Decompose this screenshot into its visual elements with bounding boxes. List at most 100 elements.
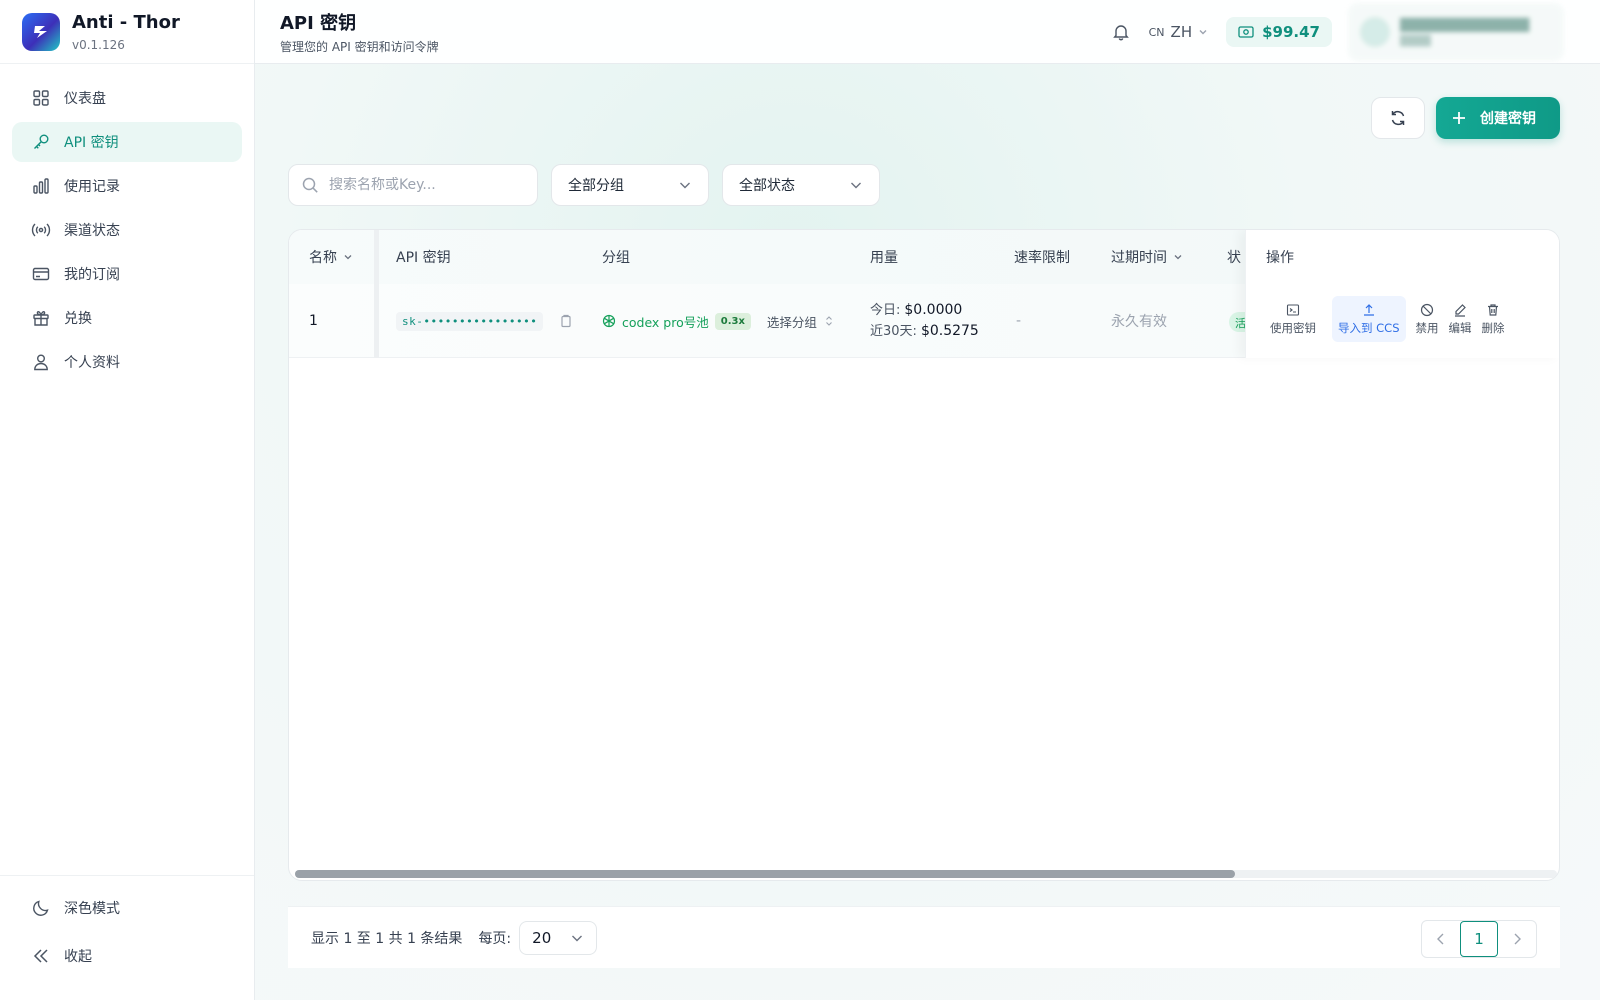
lang-code: ZH <box>1170 23 1193 41</box>
double-chevron-left-icon <box>30 945 52 967</box>
row-actions: 使用密钥 导入到 CCS 禁用 编辑 删除 <box>1264 296 1515 342</box>
page-subtitle: 管理您的 API 密钥和访问令牌 <box>280 39 439 54</box>
column-header-usage: 用量 <box>870 250 898 266</box>
search-box[interactable] <box>288 164 538 206</box>
user-menu[interactable]: ██████████████ ████ <box>1348 3 1564 61</box>
group-name: codex pro号池 <box>622 314 709 330</box>
group-filter-value: 全部分组 <box>568 178 624 194</box>
use-key-button[interactable]: 使用密钥 <box>1264 296 1322 342</box>
group-ratio: 0.3x <box>714 312 751 330</box>
column-header-expiry[interactable]: 过期时间 <box>1111 230 1183 284</box>
search-input[interactable] <box>329 177 519 193</box>
column-header-status: 状 <box>1227 250 1241 266</box>
chevron-left-icon <box>1435 932 1447 946</box>
sidebar-item-label: 深色模式 <box>64 901 120 917</box>
sidebar-item-usage[interactable]: 使用记录 <box>12 166 242 206</box>
plus-icon <box>1452 111 1466 125</box>
sidebar-item-api-keys[interactable]: API 密钥 <box>12 122 242 162</box>
chevron-down-icon <box>849 178 863 192</box>
sidebar: Anti - Thor v0.1.126 仪表盘 API 密钥 使用记录 渠道状… <box>0 0 255 1000</box>
column-header-name[interactable]: 名称 <box>309 230 353 284</box>
user-role-redacted: ████ <box>1400 35 1431 47</box>
refresh-button[interactable] <box>1371 97 1425 139</box>
next-page-button[interactable] <box>1498 921 1536 957</box>
per-page-select[interactable]: 20 <box>519 920 598 955</box>
chevron-down-icon <box>1198 27 1208 37</box>
sidebar-footer: 深色模式 收起 <box>0 875 254 1000</box>
credit-card-icon <box>30 263 52 285</box>
group-badge: codex pro号池 0.3x <box>602 312 751 331</box>
edit-icon <box>1453 303 1467 317</box>
sidebar-item-channel-status[interactable]: 渠道状态 <box>12 210 242 250</box>
action-label: 禁用 <box>1415 320 1439 335</box>
group-filter-select[interactable]: 全部分组 <box>551 164 709 206</box>
user-icon <box>30 351 52 373</box>
delete-button[interactable]: 删除 <box>1482 296 1505 342</box>
column-header-group: 分组 <box>602 250 630 266</box>
prev-page-button[interactable] <box>1422 921 1460 957</box>
balance-amount: $99.47 <box>1262 23 1320 41</box>
avatar <box>1360 17 1390 47</box>
column-header-actions: 操作 <box>1266 250 1294 266</box>
page-title: API 密钥 <box>280 12 357 34</box>
terminal-icon <box>1286 303 1300 317</box>
trash-icon <box>1486 303 1500 317</box>
choose-group-label: 选择分组 <box>766 314 817 330</box>
moon-icon <box>30 897 52 919</box>
horizontal-scrollbar[interactable] <box>295 870 1557 878</box>
status-filter-select[interactable]: 全部状态 <box>722 164 880 206</box>
action-label: 编辑 <box>1448 320 1472 335</box>
sidebar-item-redeem[interactable]: 兑换 <box>12 298 242 338</box>
import-ccs-button[interactable]: 导入到 CCS <box>1332 296 1406 342</box>
language-selector[interactable]: CN ZH <box>1149 23 1208 41</box>
app-version: v0.1.126 <box>72 37 125 52</box>
user-email-redacted: ██████████████ <box>1400 17 1530 32</box>
column-header-rate-limit: 速率限制 <box>1014 250 1070 266</box>
sort-chevron-icon <box>343 252 353 262</box>
edit-button[interactable]: 编辑 <box>1449 296 1472 342</box>
dark-mode-toggle[interactable]: 深色模式 <box>12 888 242 928</box>
cell-usage: 今日: $0.0000 近30天: $0.5275 <box>870 284 979 358</box>
choose-group-select[interactable]: 选择分组 <box>767 312 833 331</box>
masked-key[interactable]: sk-•••••••••••••••• <box>396 311 544 331</box>
bar-chart-icon <box>30 175 52 197</box>
sidebar-item-label: 仪表盘 <box>64 91 106 107</box>
per-page: 每页: 20 <box>478 920 598 955</box>
cell-api-key: sk-•••••••••••••••• <box>396 284 573 358</box>
ban-icon <box>1420 303 1434 317</box>
page-controls: 1 <box>1421 920 1537 958</box>
cell-rate-limit: - <box>1016 313 1022 329</box>
sidebar-item-label: 兑换 <box>64 311 92 327</box>
cell-expiry: 永久有效 <box>1111 314 1167 330</box>
notifications-button[interactable] <box>1105 16 1137 48</box>
sidebar-item-dashboard[interactable]: 仪表盘 <box>12 78 242 118</box>
scrollbar-thumb[interactable] <box>295 870 1235 878</box>
broadcast-icon <box>30 219 52 241</box>
create-key-label: 创建密钥 <box>1480 111 1536 127</box>
usage-30d-label: 近30天: <box>870 324 917 339</box>
bell-icon <box>1112 23 1130 41</box>
sidebar-nav: 仪表盘 API 密钥 使用记录 渠道状态 我的订阅 兑换 个人资料 <box>0 64 254 382</box>
sidebar-item-profile[interactable]: 个人资料 <box>12 342 242 382</box>
updown-chevron-icon <box>825 315 833 327</box>
main-content: 创建密钥 全部分组 全部状态 名称 <box>255 64 1600 1000</box>
search-icon <box>301 176 319 194</box>
collapse-sidebar-button[interactable]: 收起 <box>12 936 242 976</box>
actions-column: 操作 使用密钥 导入到 CCS 禁用 编辑 删除 <box>1245 230 1559 358</box>
sidebar-item-subscription[interactable]: 我的订阅 <box>12 254 242 294</box>
usage-30d-value: $0.5275 <box>920 323 979 339</box>
page-button-current[interactable]: 1 <box>1460 921 1498 957</box>
per-page-label: 每页: <box>478 930 512 947</box>
brand: Anti - Thor v0.1.126 <box>0 0 254 64</box>
sidebar-item-label: 个人资料 <box>64 355 120 371</box>
top-header: API 密钥 管理您的 API 密钥和访问令牌 CN ZH $99.47 ███… <box>255 0 1600 64</box>
create-key-button[interactable]: 创建密钥 <box>1436 97 1560 139</box>
lang-prefix: CN <box>1148 25 1165 39</box>
chevron-down-icon <box>678 178 692 192</box>
chevron-right-icon <box>1511 932 1523 946</box>
results-summary: 显示 1 至 1 共 1 条结果 <box>311 930 463 947</box>
disable-button[interactable]: 禁用 <box>1416 296 1439 342</box>
copy-icon[interactable] <box>559 314 573 328</box>
cell-name: 1 <box>309 313 318 329</box>
balance-badge[interactable]: $99.47 <box>1226 17 1332 47</box>
